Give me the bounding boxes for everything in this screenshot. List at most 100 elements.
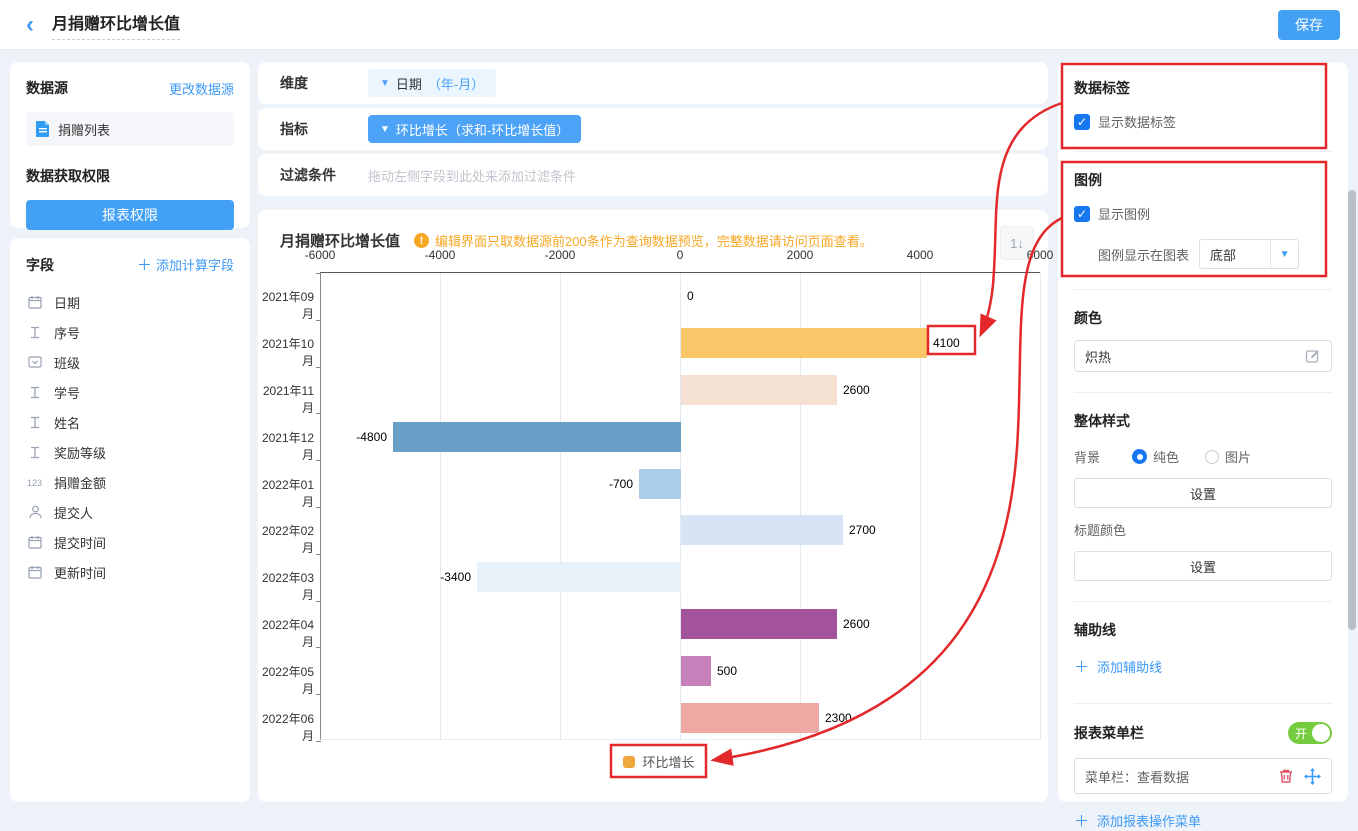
add-calc-field-link[interactable]: ＋ 添加计算字段 [137,254,234,275]
save-button[interactable]: 保存 [1278,10,1340,40]
field-item-2[interactable]: 班级 [26,347,234,377]
text-icon [26,386,44,399]
title-color-settings-button[interactable]: 设置 [1074,551,1332,581]
divider [1074,703,1332,704]
radio-solid-color[interactable]: 纯色 [1132,447,1179,466]
menu-toggle[interactable]: 开 [1288,722,1332,744]
filter-label: 过滤条件 [280,165,368,185]
x-tick-label: 2000 [787,248,814,262]
legend-position-select[interactable]: 底部 ▼ [1199,239,1299,269]
scrollbar-thumb[interactable] [1348,190,1356,630]
select-icon [26,355,44,369]
bar-2021年12月[interactable] [393,422,681,452]
plot-area: 041002600-4800-7002700-340026005002300 [320,272,1040,740]
field-label: 更新时间 [54,563,106,582]
color-scheme-input[interactable]: 炽热 [1074,340,1332,372]
report-permission-button[interactable]: 报表权限 [26,200,234,230]
field-item-4[interactable]: 姓名 [26,407,234,437]
divider [1074,151,1332,152]
radio-image[interactable]: 图片 [1205,447,1251,466]
y-axis-tick [316,460,321,461]
trash-icon[interactable] [1278,768,1294,784]
toggle-on-label: 开 [1295,725,1307,742]
y-axis-tick [316,601,321,602]
field-item-0[interactable]: 日期 [26,287,234,317]
field-label: 学号 [54,383,80,402]
field-item-7[interactable]: 提交人 [26,497,234,527]
legend[interactable]: 环比增长 [614,747,704,776]
background-settings-button[interactable]: 设置 [1074,478,1332,508]
back-icon[interactable]: ‹ [26,15,34,35]
show-data-label-checkbox[interactable]: ✓ 显示数据标签 [1074,112,1332,131]
add-report-menu-link[interactable]: ＋ 添加报表操作菜单 [1074,810,1332,831]
x-tick-label: 6000 [1027,248,1054,262]
field-label: 捐赠金额 [54,473,106,492]
radio-unselected-icon [1205,450,1219,464]
change-datasource-link[interactable]: 更改数据源 [169,79,234,98]
settings-panel: 数据标签 ✓ 显示数据标签 图例 ✓ 显示图例 图例显示在图表 底部 ▼ 颜色 … [1058,62,1348,802]
filter-row[interactable]: 过滤条件 拖动左侧字段到此处来添加过滤条件 [258,154,1048,196]
bar-2022年04月[interactable] [681,609,837,639]
background-label: 背景 [1074,447,1132,466]
x-tick-label: -6000 [305,248,336,262]
bar-2022年05月[interactable] [681,656,711,686]
y-axis-tick [316,694,321,695]
document-icon [36,121,50,137]
add-auxline-link[interactable]: ＋ 添加辅助线 [1074,656,1332,677]
divider [1074,289,1332,290]
field-label: 日期 [54,293,80,312]
radio-selected-icon [1132,449,1147,464]
bar-2022年01月[interactable] [639,469,681,499]
data-label: -700 [609,477,633,491]
edit-icon[interactable] [1305,348,1321,364]
menu-item-label: 菜单栏：查看数据 [1085,767,1268,786]
field-item-9[interactable]: 更新时间 [26,557,234,587]
fields-title: 字段 [26,255,54,275]
bar-2021年10月[interactable] [681,328,927,358]
metric-label: 指标 [280,119,368,139]
text-icon [26,326,44,339]
field-item-5[interactable]: 奖励等级 [26,437,234,467]
field-label: 提交时间 [54,533,106,552]
x-tick-label: 4000 [907,248,934,262]
metric-pill[interactable]: ▼ 环比增长（求和-环比增长值） [368,115,581,143]
show-legend-checkbox[interactable]: ✓ 显示图例 [1074,204,1332,223]
data-label: -4800 [356,430,387,444]
topbar: ‹ 月捐赠环比增长值 保存 [0,0,1358,50]
bar-2022年03月[interactable] [477,562,681,592]
chart-card: 月捐赠环比增长值 ! 编辑界面只取数据源前200条作为查询数据预览，完整数据请访… [258,210,1048,802]
field-item-1[interactable]: 序号 [26,317,234,347]
field-item-8[interactable]: 提交时间 [26,527,234,557]
calendar-icon [26,565,44,579]
x-tick-label: -4000 [425,248,456,262]
divider [1074,392,1332,393]
calendar-icon [26,295,44,309]
y-axis-tick [316,554,321,555]
chevron-down-icon: ▼ [380,124,390,135]
divider [1074,601,1332,602]
category-label: 2021年12月 [258,429,314,463]
bar-2022年06月[interactable] [681,703,819,733]
fields-card: 字段 ＋ 添加计算字段 日期序号班级学号姓名奖励等级123捐赠金额提交人提交时间… [10,238,250,802]
data-label-section-title: 数据标签 [1074,78,1332,98]
permission-title: 数据获取权限 [26,166,234,186]
checkbox-checked-icon: ✓ [1074,114,1090,130]
person-icon [26,505,44,519]
style-section-title: 整体样式 [1074,411,1332,431]
x-tick-label: -2000 [545,248,576,262]
dimension-format: （年-月） [428,74,484,93]
datasource-card: 数据源 更改数据源 捐赠列表 数据获取权限 报表权限 [10,62,250,228]
menu-item-row[interactable]: 菜单栏：查看数据 [1074,758,1332,794]
bar-2021年11月[interactable] [681,375,837,405]
field-item-6[interactable]: 123捐赠金额 [26,467,234,497]
field-item-3[interactable]: 学号 [26,377,234,407]
move-icon[interactable] [1304,768,1321,785]
datasource-item[interactable]: 捐赠列表 [26,112,234,146]
bar-2022年02月[interactable] [681,515,843,545]
field-label: 班级 [54,353,80,372]
plus-icon: ＋ [1074,810,1089,831]
checkbox-checked-icon: ✓ [1074,206,1090,222]
field-label: 序号 [54,323,80,342]
legend-swatch [623,756,635,768]
dimension-pill[interactable]: ▼ 日期 （年-月） [368,69,496,97]
